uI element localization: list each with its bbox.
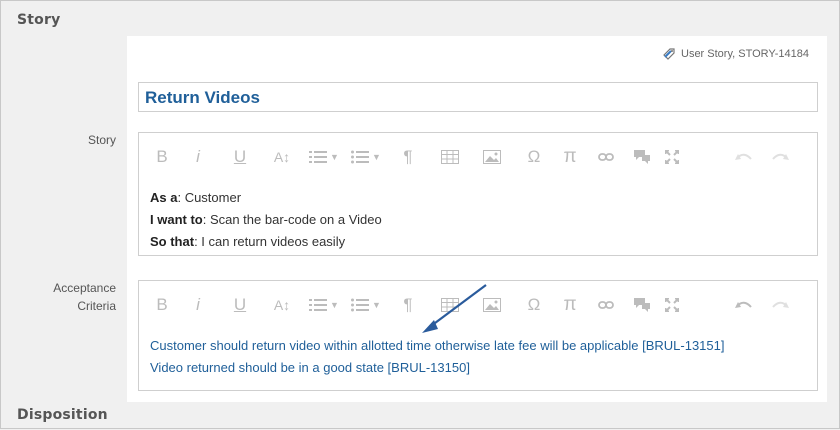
story-line-text: : I can return videos easily [194,234,346,249]
underline-label: U [233,295,247,314]
story-line-label: I want to [150,212,203,227]
story-line: I want to: Scan the bar-code on a Video [150,209,382,231]
ordered-list-icon [309,151,328,163]
fullscreen-button[interactable] [657,145,687,169]
bullet-list-button[interactable]: ▼ [345,293,387,317]
link-button[interactable] [585,293,627,317]
bullet-list-icon [351,298,370,312]
redo-button[interactable] [765,293,795,317]
story-section-title: Story [17,12,61,28]
font-size-label: A↕ [273,297,291,313]
table-button[interactable] [429,293,471,317]
story-page: Story User Story, STORY-14184 Return Vid… [0,0,840,429]
image-button[interactable] [471,145,513,169]
special-char-label: Ω [527,295,541,314]
story-editor[interactable]: B i U A↕ ▼ ▼ ¶ Ω π As a: Customer I want… [138,132,818,256]
image-button[interactable] [471,293,513,317]
font-size-button[interactable]: A↕ [261,293,303,317]
special-char-label: Ω [527,147,541,166]
acceptance-criteria-editor[interactable]: B i U A↕ ▼ ▼ ¶ Ω π Customer should retur… [138,280,818,391]
bullet-list-button[interactable]: ▼ [345,145,387,169]
bold-label: B [156,295,168,314]
font-size-button[interactable]: A↕ [261,145,303,169]
asset-reference: User Story, STORY-14184 [661,46,809,62]
bold-button[interactable]: B [147,145,177,169]
story-line-text: : Customer [177,190,242,205]
italic-label: i [196,147,200,166]
chevron-down-icon: ▼ [330,300,339,310]
underline-label: U [233,147,247,166]
special-char-button[interactable]: Ω [513,145,555,169]
tag-icon [663,48,675,60]
italic-button[interactable]: i [177,293,219,317]
chevron-down-icon: ▼ [372,300,381,310]
acceptance-content[interactable]: Customer should return video within allo… [150,335,724,379]
story-content[interactable]: As a: Customer I want to: Scan the bar-c… [150,187,382,253]
story-line-text: : Scan the bar-code on a Video [202,212,382,227]
undo-icon [735,153,752,160]
math-button[interactable]: π [555,145,585,169]
acceptance-label-line1: Acceptance [53,281,116,295]
italic-label: i [196,295,200,314]
speech-bubble-icon [634,150,650,164]
acceptance-rule-link[interactable]: Video returned should be in a good state… [150,357,724,379]
acceptance-editor-toolbar: B i U A↕ ▼ ▼ ¶ Ω π [147,293,807,317]
paragraph-button[interactable]: ¶ [387,145,429,169]
bullet-list-icon [351,150,370,164]
story-field-label: Story [87,133,116,147]
story-line-label: As a [150,190,178,205]
comment-button[interactable] [627,293,657,317]
paragraph-label: ¶ [403,147,413,166]
expand-icon [665,150,679,164]
math-label: π [563,146,577,167]
speech-bubble-icon [634,298,650,312]
acceptance-criteria-label: Acceptance Criteria [26,279,116,315]
paragraph-label: ¶ [403,295,413,314]
asset-reference-text: User Story, STORY-14184 [681,48,809,60]
ordered-list-icon [309,299,328,311]
table-button[interactable] [429,145,471,169]
image-icon [483,150,501,164]
acceptance-rule-link[interactable]: Customer should return video within allo… [150,335,724,357]
table-icon [441,298,459,312]
ordered-list-button[interactable]: ▼ [303,145,345,169]
fullscreen-button[interactable] [657,293,687,317]
story-line: As a: Customer [150,187,382,209]
comment-button[interactable] [627,145,657,169]
undo-button[interactable] [723,293,765,317]
bold-button[interactable]: B [147,293,177,317]
title-field[interactable]: Return Videos [138,82,818,112]
image-icon [483,298,501,312]
underline-button[interactable]: U [219,145,261,169]
disposition-section-title: Disposition [17,407,108,423]
italic-button[interactable]: i [177,145,219,169]
chevron-down-icon: ▼ [330,152,339,162]
link-button[interactable] [585,145,627,169]
link-icon [598,153,614,161]
special-char-button[interactable]: Ω [513,293,555,317]
chevron-down-icon: ▼ [372,152,381,162]
table-icon [441,150,459,164]
link-icon [598,301,614,309]
story-line: So that: I can return videos easily [150,231,382,253]
underline-button[interactable]: U [219,293,261,317]
acceptance-label-line2: Criteria [77,299,116,313]
undo-button[interactable] [723,145,765,169]
math-button[interactable]: π [555,293,585,317]
ordered-list-button[interactable]: ▼ [303,293,345,317]
expand-icon [665,298,679,312]
redo-icon [772,301,789,308]
story-editor-toolbar: B i U A↕ ▼ ▼ ¶ Ω π [147,145,807,169]
redo-icon [772,153,789,160]
paragraph-button[interactable]: ¶ [387,293,429,317]
redo-button[interactable] [765,145,795,169]
font-size-label: A↕ [273,149,291,165]
undo-icon [735,301,752,308]
math-label: π [563,294,577,315]
bold-label: B [156,147,168,166]
story-line-label: So that [150,234,195,249]
